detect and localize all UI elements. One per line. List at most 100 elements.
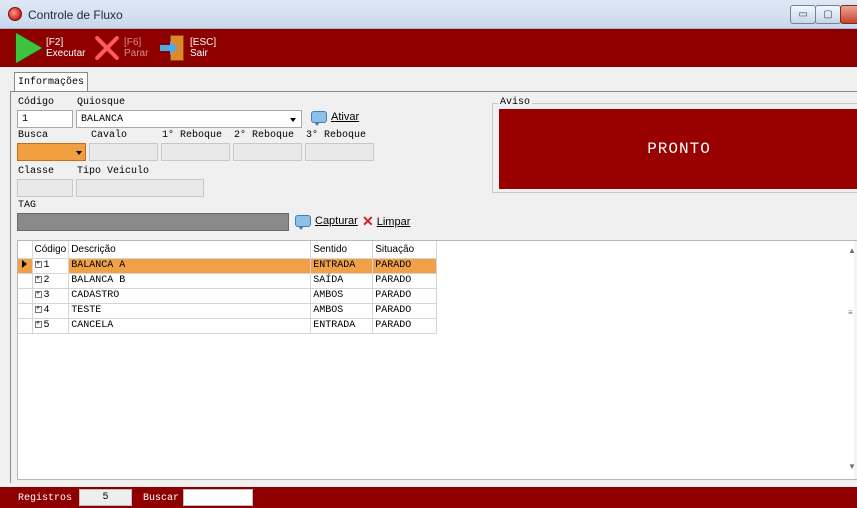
- chevron-down-icon: [76, 151, 82, 155]
- capturar-button[interactable]: Capturar: [295, 215, 358, 230]
- tag-field[interactable]: [17, 213, 289, 231]
- table-row[interactable]: +3 CADASTRO AMBOS PARADO: [18, 288, 438, 304]
- sair-label: Sair: [190, 48, 208, 59]
- column-header-descricao[interactable]: Descrição: [68, 241, 312, 259]
- expand-icon[interactable]: +: [34, 290, 42, 298]
- toolbar: [F2] Executar [F6] Parar [ESC] Sair: [0, 29, 857, 67]
- cell-sentido: ENTRADA: [310, 318, 374, 334]
- expand-icon[interactable]: +: [34, 275, 42, 283]
- close-icon: ✕: [362, 213, 374, 229]
- chevron-down-icon: [290, 118, 296, 122]
- expand-icon[interactable]: +: [34, 305, 42, 313]
- executar-shortcut: [F2]: [46, 37, 64, 48]
- cell-descricao: BALANCA B: [68, 273, 312, 289]
- cell-situacao: PARADO: [372, 318, 438, 334]
- cell-codigo: 5: [43, 320, 50, 331]
- row-indicator-header: [18, 241, 33, 259]
- column-header-sentido[interactable]: Sentido: [310, 241, 374, 259]
- column-header-codigo[interactable]: Código: [32, 241, 70, 259]
- busca-select[interactable]: [17, 143, 86, 161]
- cavalo-label: Cavalo: [91, 130, 128, 141]
- data-grid[interactable]: Código Descrição Sentido Situação +1 BAL…: [17, 240, 857, 480]
- classe-field[interactable]: [17, 179, 73, 197]
- cell-situacao: PARADO: [372, 288, 438, 304]
- reboque2-label: 2° Reboque: [234, 130, 295, 141]
- table-row[interactable]: +4 TESTE AMBOS PARADO: [18, 303, 438, 319]
- close-button[interactable]: ✕: [840, 5, 857, 24]
- quiosque-value: BALANCA: [81, 114, 124, 125]
- cell-situacao: PARADO: [372, 303, 438, 319]
- window-title: Controle de Fluxo: [28, 8, 123, 22]
- minimize-button[interactable]: ▭: [790, 5, 816, 24]
- buscar-input[interactable]: [183, 489, 253, 506]
- maximize-button[interactable]: ▢: [815, 5, 841, 24]
- tipo-veiculo-field[interactable]: [76, 179, 204, 197]
- cell-descricao: CANCELA: [68, 318, 312, 334]
- cell-situacao: PARADO: [372, 258, 438, 274]
- aviso-label: Aviso: [498, 97, 533, 108]
- tab-informacoes[interactable]: Informações: [14, 72, 88, 92]
- cell-situacao: PARADO: [372, 273, 438, 289]
- tipo-veiculo-label: Tipo Veiculo: [77, 166, 150, 177]
- row-selector: [18, 273, 33, 289]
- maximize-icon: ▢: [823, 9, 833, 20]
- cell-codigo: 1: [43, 260, 50, 271]
- column-header-situacao[interactable]: Situação: [372, 241, 438, 259]
- reboque2-field[interactable]: [233, 143, 302, 161]
- table-row[interactable]: +5 CANCELA ENTRADA PARADO: [18, 318, 438, 334]
- tag-label: TAG: [18, 200, 37, 211]
- sair-shortcut: [ESC]: [190, 37, 217, 48]
- scroll-down-icon[interactable]: ▼: [848, 462, 856, 471]
- scroll-grip-icon[interactable]: ≡: [848, 308, 853, 317]
- aviso-panel: PRONTO: [499, 109, 857, 189]
- app-logo-icon: [8, 7, 22, 21]
- parar-button[interactable]: [F6] Parar: [94, 31, 148, 65]
- row-selector: [18, 258, 33, 274]
- grid-table: Código Descrição Sentido Situação +1 BAL…: [18, 241, 438, 334]
- ativar-button[interactable]: Ativar: [311, 111, 360, 126]
- limpar-button[interactable]: ✕ Limpar: [362, 213, 410, 230]
- cell-descricao: BALANCA A: [68, 258, 312, 274]
- row-selector: [18, 303, 33, 319]
- cell-codigo: 3: [43, 290, 50, 301]
- expand-icon[interactable]: +: [34, 260, 42, 268]
- table-row[interactable]: +2 BALANCA B SAÍDA PARADO: [18, 273, 438, 289]
- cell-codigo: 2: [43, 275, 50, 286]
- busca-label: Busca: [18, 130, 49, 141]
- cell-descricao: CADASTRO: [68, 288, 312, 304]
- cell-codigo: 4: [43, 305, 50, 316]
- registros-label: Registros: [18, 493, 73, 504]
- row-selector: [18, 318, 33, 334]
- minimize-icon: ▭: [798, 9, 808, 20]
- reboque3-field[interactable]: [305, 143, 374, 161]
- title-bar[interactable]: Controle de Fluxo ▭ ▢ ✕: [0, 0, 857, 29]
- reboque1-field[interactable]: [161, 143, 230, 161]
- cell-sentido: SAÍDA: [310, 273, 374, 289]
- scroll-up-icon[interactable]: ▲: [848, 246, 856, 255]
- capturar-label: Capturar: [315, 215, 358, 227]
- row-pointer-icon: [22, 259, 28, 268]
- cavalo-field[interactable]: [89, 143, 158, 161]
- parar-label: Parar: [124, 48, 149, 59]
- executar-label: Executar: [46, 48, 86, 59]
- row-selector: [18, 288, 33, 304]
- codigo-field[interactable]: 1: [17, 110, 73, 128]
- cell-sentido: AMBOS: [310, 288, 374, 304]
- status-text: PRONTO: [647, 140, 711, 158]
- ativar-label: Ativar: [331, 111, 360, 123]
- cell-descricao: TESTE: [68, 303, 312, 319]
- play-icon: [16, 33, 42, 63]
- executar-button[interactable]: [F2] Executar: [16, 31, 85, 65]
- codigo-label: Código: [18, 97, 55, 108]
- chat-bubble-icon: [295, 215, 311, 230]
- expand-icon[interactable]: +: [34, 320, 42, 328]
- registros-count: 5: [79, 489, 132, 506]
- cell-sentido: AMBOS: [310, 303, 374, 319]
- table-row[interactable]: +1 BALANCA A ENTRADA PARADO: [18, 258, 438, 274]
- quiosque-select[interactable]: BALANCA: [76, 110, 302, 128]
- quiosque-label: Quiosque: [77, 97, 126, 108]
- exit-door-icon: [160, 34, 186, 62]
- sair-button[interactable]: [ESC] Sair: [160, 31, 216, 65]
- buscar-label: Buscar: [143, 493, 180, 504]
- classe-label: Classe: [18, 166, 55, 177]
